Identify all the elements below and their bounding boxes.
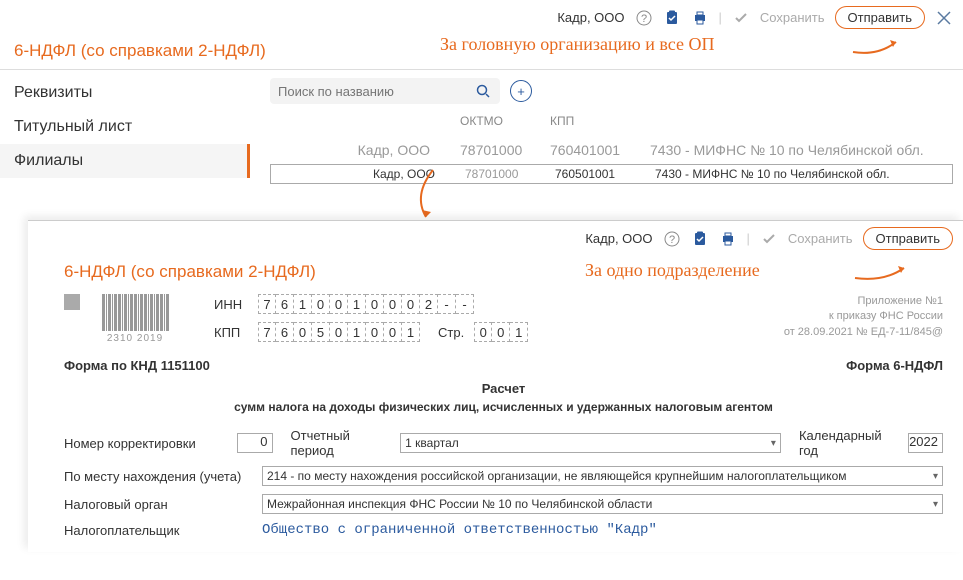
annotation-all-branches: За головную организацию и все ОП <box>440 34 714 55</box>
inn-cells: 7610010002-- <box>258 294 474 314</box>
page-label: Стр. <box>438 325 464 340</box>
sidebar-item-title-page[interactable]: Титульный лист <box>0 110 250 144</box>
payer-value: Общество с ограниченной ответственностью… <box>262 522 657 538</box>
column-headers: ОКТМО КПП <box>270 114 953 128</box>
payer-label: Налогоплательщик <box>64 523 244 538</box>
page-cells: 001 <box>474 322 528 342</box>
plus-icon: + <box>517 84 525 99</box>
divider: | <box>747 231 750 246</box>
period-label: Отчетный период <box>291 428 383 458</box>
corr-input[interactable]: 0 <box>237 433 272 453</box>
help-icon[interactable]: ? <box>635 9 653 27</box>
send-button[interactable]: Отправить <box>863 227 953 250</box>
tax-select[interactable]: Межрайонная инспекция ФНС России № 10 по… <box>262 494 943 514</box>
form-title: Расчет <box>28 373 963 400</box>
save-button[interactable]: Сохранить <box>788 231 853 246</box>
form-page-title: 6-НДФЛ (со справками 2-НДФЛ) <box>28 254 963 290</box>
svg-text:?: ? <box>668 234 674 246</box>
svg-text:?: ? <box>640 13 646 25</box>
close-icon[interactable] <box>935 9 953 27</box>
help-icon[interactable]: ? <box>663 230 681 248</box>
divider: | <box>719 10 722 25</box>
sidebar-item-requisites[interactable]: Реквизиты <box>0 76 250 110</box>
year-input[interactable]: 2022 <box>908 433 943 453</box>
print-icon[interactable] <box>691 9 709 27</box>
corr-label: Номер корректировки <box>64 436 219 451</box>
chevron-down-icon: ▾ <box>933 471 938 482</box>
toolbar-form: Кадр, ООО ? | Сохранить Отправить <box>28 221 963 254</box>
kpp-cells: 760501001 <box>258 322 420 342</box>
search-box[interactable] <box>270 78 500 104</box>
annotation-single-branch: За одно подразделение <box>585 260 760 281</box>
tax-label: Налоговый орган <box>64 497 244 512</box>
chevron-down-icon: ▾ <box>771 438 776 449</box>
toolbar-top: Кадр, ООО ? | Сохранить Отправить <box>0 0 963 33</box>
org-name: Кадр, ООО <box>585 231 652 246</box>
loc-label: По месту нахождения (учета) <box>64 469 244 484</box>
form-name: Форма 6-НДФЛ <box>846 358 943 373</box>
check-icon[interactable] <box>732 9 750 27</box>
branch-row[interactable]: Кадр, ООО 78701000 760501001 7430 - МИФН… <box>270 164 953 184</box>
knd-label: Форма по КНД 1151100 <box>64 358 210 373</box>
col-oktmo: ОКТМО <box>460 114 550 128</box>
chevron-down-icon: ▾ <box>933 499 938 510</box>
save-button[interactable]: Сохранить <box>760 10 825 25</box>
add-button[interactable]: + <box>510 80 532 102</box>
search-icon[interactable] <box>474 82 492 100</box>
branch-row[interactable]: Кадр, ООО 78701000 760401001 7430 - МИФН… <box>270 136 953 164</box>
year-label: Календарный год <box>799 428 890 458</box>
inn-label: ИНН <box>214 297 248 312</box>
check-icon[interactable] <box>760 230 778 248</box>
sidebar: Реквизиты Титульный лист Филиалы <box>0 70 250 184</box>
send-button[interactable]: Отправить <box>835 6 925 29</box>
col-kpp: КПП <box>550 114 640 128</box>
org-name: Кадр, ООО <box>557 10 624 25</box>
print-icon[interactable] <box>719 230 737 248</box>
form-panel: Кадр, ООО ? | Сохранить Отправить 6-НДФЛ… <box>28 220 963 552</box>
loc-select[interactable]: 214 - по месту нахождения российской орг… <box>262 466 943 486</box>
clipboard-icon[interactable] <box>691 230 709 248</box>
clipboard-icon[interactable] <box>663 9 681 27</box>
barcode: 2310 2019 <box>64 294 190 344</box>
main-row: Реквизиты Титульный лист Филиалы + ОКТМО… <box>0 70 963 184</box>
form-subtitle: сумм налога на доходы физических лиц, ис… <box>28 400 963 424</box>
form-reference: Приложение №1 к приказу ФНС России от 28… <box>784 294 943 340</box>
kpp-label: КПП <box>214 325 248 340</box>
sidebar-item-branches[interactable]: Филиалы <box>0 144 250 178</box>
period-select[interactable]: 1 квартал▾ <box>400 433 781 453</box>
search-input[interactable] <box>278 84 468 99</box>
content: + ОКТМО КПП Кадр, ООО 78701000 760401001… <box>250 70 963 184</box>
